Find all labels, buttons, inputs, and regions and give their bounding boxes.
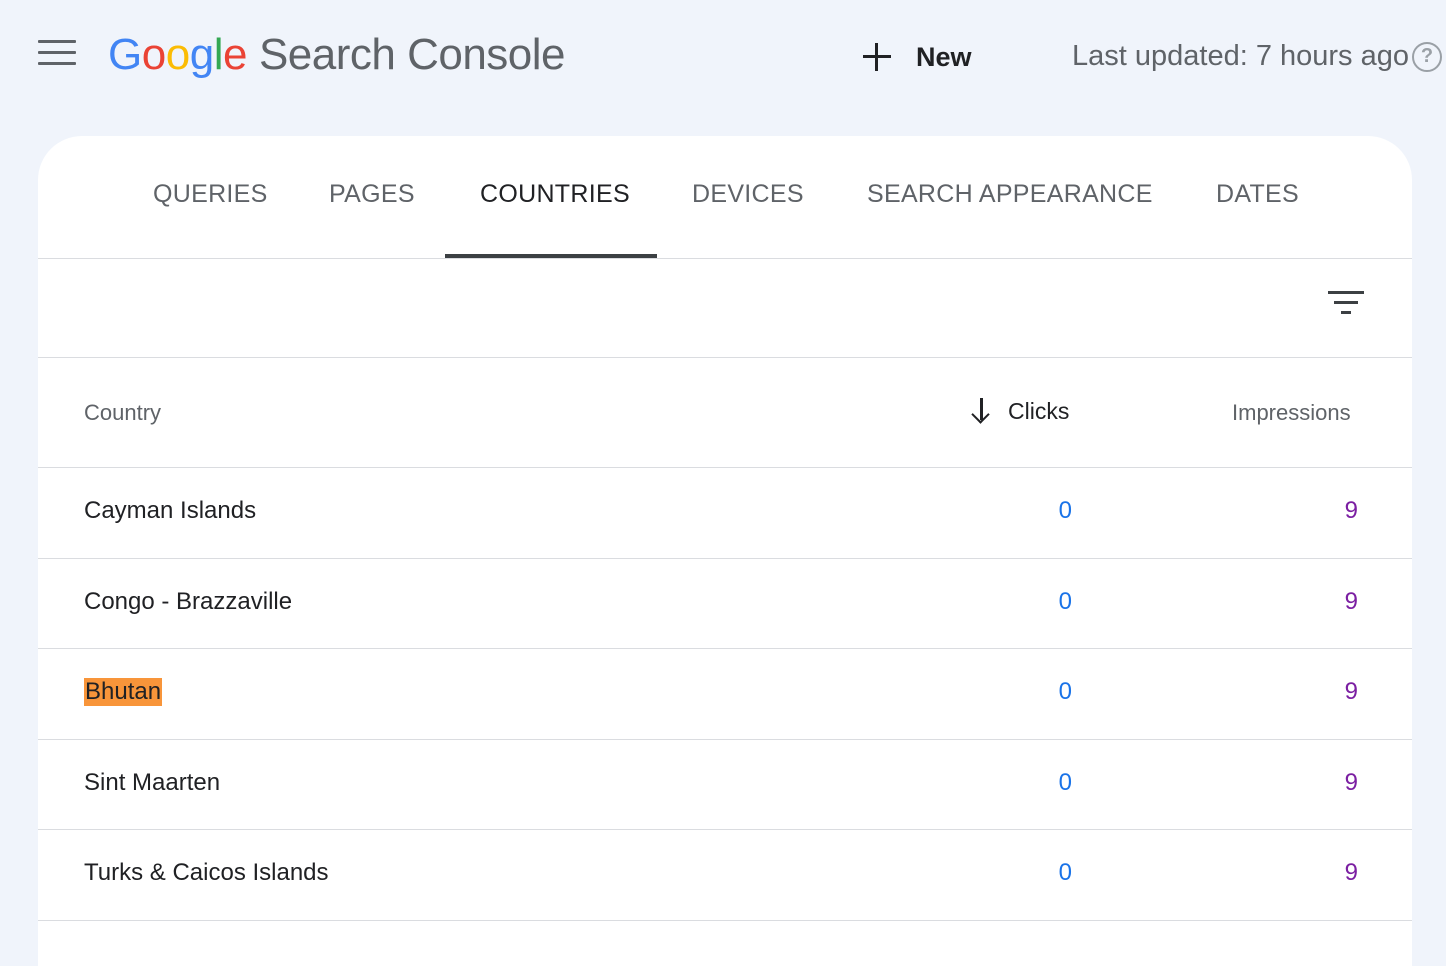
column-header-country[interactable]: Country [84,400,161,426]
active-tab-indicator [445,254,657,258]
column-header-impressions[interactable]: Impressions [1232,400,1351,426]
impressions-cell: 9 [1344,587,1358,615]
clicks-cell: 0 [1058,587,1072,615]
table-row[interactable]: Cayman Islands 0 9 [38,468,1412,559]
column-header-clicks-label: Clicks [1008,398,1070,424]
table-row[interactable]: Sint Maarten 0 9 [38,740,1412,830]
impressions-cell: 9 [1344,768,1358,796]
dimension-tabs: QUERIES PAGES COUNTRIES DEVICES SEARCH A… [38,136,1412,259]
clicks-cell: 0 [1058,497,1072,524]
help-icon[interactable]: ? [1412,42,1442,72]
tab-dates[interactable]: DATES [1216,180,1299,209]
table-row[interactable]: Bhutan 0 9 [38,649,1412,740]
new-button-label: New [916,41,972,72]
tab-devices[interactable]: DEVICES [692,180,804,209]
impressions-cell: 9 [1344,497,1358,524]
tab-countries[interactable]: COUNTRIES [480,180,630,209]
column-header-clicks[interactable]: Clicks [970,398,1069,425]
clicks-cell: 0 [1058,859,1072,886]
filter-icon[interactable] [1328,289,1366,319]
logo-letter: o [165,30,190,79]
country-cell-highlighted: Bhutan [84,678,163,706]
logo-letter: l [213,30,224,79]
top-app-bar: Google Search Console New Last updated: 7… [0,0,1446,115]
clicks-cell: 0 [1058,678,1072,705]
country-cell: Turks & Caicos Islands [84,859,329,886]
country-cell: Sint Maarten [84,768,221,796]
country-cell: Congo - Brazzaville [84,587,293,615]
plus-icon [862,42,892,72]
country-cell: Cayman Islands [84,497,257,524]
logo-letter: g [189,30,214,79]
table-toolbar [38,259,1412,358]
clicks-cell: 0 [1058,768,1072,796]
table-header: Country Clicks Impressions [38,358,1412,468]
report-card: QUERIES PAGES COUNTRIES DEVICES SEARCH A… [38,136,1412,966]
new-button[interactable]: New [862,34,972,80]
tab-search-appearance[interactable]: SEARCH APPEARANCE [867,180,1153,209]
logo-letter: e [222,30,247,79]
table-row[interactable]: Turks & Caicos Islands 0 9 [38,830,1412,921]
tab-queries[interactable]: QUERIES [153,180,268,209]
impressions-cell: 9 [1344,678,1358,705]
impressions-cell: 9 [1344,859,1358,886]
table-row[interactable]: Congo - Brazzaville 0 9 [38,559,1412,649]
last-updated-text: Last updated: 7 hours ago [1072,40,1409,72]
menu-icon[interactable] [38,40,76,68]
logo-letter: o [141,30,166,79]
arrow-down-icon [970,398,992,424]
product-name: Search Console [258,30,566,79]
logo-letter: G [108,30,142,79]
tab-pages[interactable]: PAGES [329,180,415,209]
table-body: Cayman Islands 0 9 Congo - Brazzaville 0… [38,468,1412,921]
app-logo: Google Search Console [108,30,566,80]
